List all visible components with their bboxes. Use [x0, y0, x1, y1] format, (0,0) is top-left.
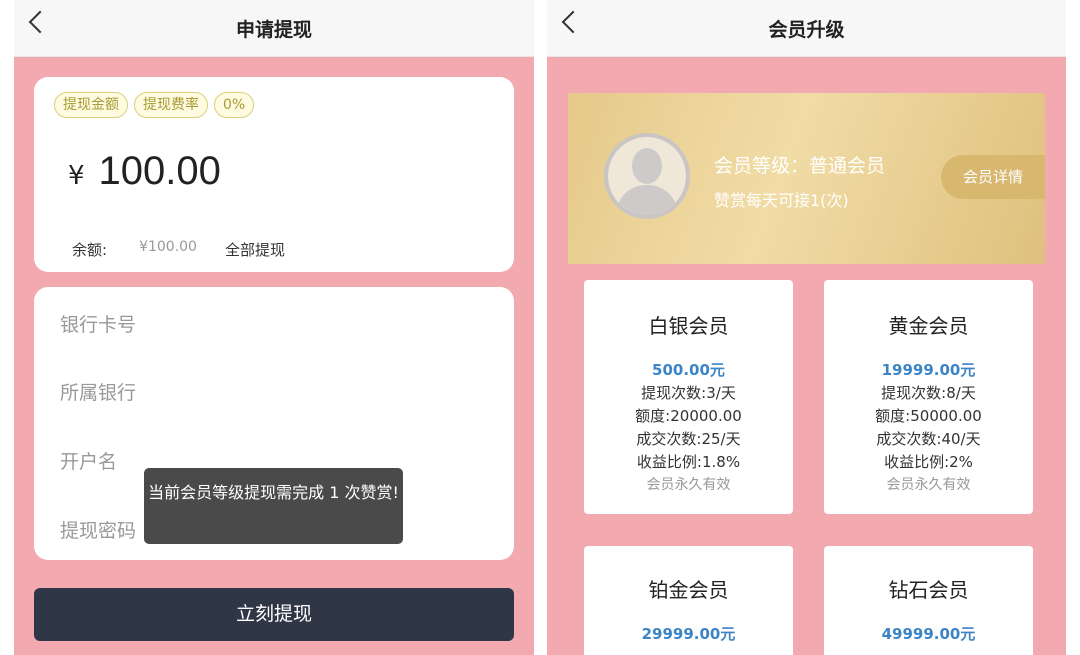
withdraw-topbar: 申请提现 [14, 0, 534, 57]
bank-card-number-input[interactable]: 银行卡号 [60, 310, 136, 337]
tier-deal-times: 成交次数:40/天 [876, 430, 981, 448]
balance-value: ¥100.00 [139, 239, 197, 255]
upgrade-screen: 会员升级 会员等级：普通会员 赞赏每天可接1(次) 会员详情 白银会员 500.… [547, 0, 1066, 655]
withdraw-all-link[interactable]: 全部提现 [225, 239, 285, 260]
account-holder-input[interactable]: 开户名 [60, 447, 117, 474]
member-banner: 会员等级：普通会员 赞赏每天可接1(次) 会员详情 [568, 93, 1045, 264]
toast-message: 当前会员等级提现需完成 1 次赞赏! [144, 468, 403, 544]
tag-fee-rate: 0% [214, 92, 255, 118]
tier-price: 19999.00元 [881, 361, 976, 379]
daily-quota: 赞赏每天可接1(次) [714, 191, 849, 210]
balance-label: 余额: [72, 241, 108, 259]
tier-ratio: 收益比例:1.8% [636, 453, 741, 471]
upgrade-topbar: 会员升级 [547, 0, 1066, 57]
tier-card-diamond[interactable]: 钻石会员 49999.00元 [824, 546, 1033, 655]
tier-card-silver[interactable]: 白银会员 500.00元 提现次数:3/天 额度:20000.00 成交次数:2… [584, 280, 793, 514]
bank-name-input[interactable]: 所属银行 [60, 378, 136, 405]
tier-limit: 额度:50000.00 [875, 407, 982, 425]
tier-name: 铂金会员 [648, 578, 729, 602]
tier-deal-times: 成交次数:25/天 [636, 430, 741, 448]
tier-ratio: 收益比例:2% [884, 453, 973, 471]
tag-withdraw-fee: 提现费率 [134, 92, 208, 118]
avatar-icon [604, 133, 690, 219]
withdraw-screen: 申请提现 提现金额 提现费率 0% ¥ 100.00 余额: ¥100.00 全… [14, 0, 534, 655]
tier-name: 白银会员 [648, 314, 729, 338]
amount-input[interactable]: ¥ 100.00 [68, 149, 221, 194]
member-detail-button[interactable]: 会员详情 [941, 155, 1045, 199]
member-level: 会员等级：普通会员 [714, 155, 886, 177]
tier-card-gold[interactable]: 黄金会员 19999.00元 提现次数:8/天 额度:50000.00 成交次数… [824, 280, 1033, 514]
tier-price: 500.00元 [652, 361, 725, 379]
tier-validity: 会员永久有效 [646, 477, 731, 493]
tag-row: 提现金额 提现费率 0% [54, 92, 255, 118]
submit-withdraw-button[interactable]: 立刻提现 [34, 588, 514, 641]
tag-withdraw-amount: 提现金额 [54, 92, 128, 118]
amount-value: 100.00 [98, 149, 221, 193]
page-title: 申请提现 [235, 19, 312, 41]
tier-price: 49999.00元 [881, 625, 976, 643]
tier-limit: 额度:20000.00 [635, 407, 742, 425]
tier-validity: 会员永久有效 [886, 477, 971, 493]
tier-name: 黄金会员 [888, 314, 969, 338]
balance-row: 余额: ¥100.00 全部提现 [72, 239, 285, 260]
tier-withdraw-times: 提现次数:3/天 [641, 384, 736, 402]
amount-card: 提现金额 提现费率 0% ¥ 100.00 余额: ¥100.00 全部提现 [34, 77, 514, 272]
withdraw-password-input[interactable]: 提现密码 [60, 516, 136, 543]
tier-price: 29999.00元 [641, 625, 736, 643]
currency-symbol: ¥ [68, 161, 85, 191]
page-title: 会员升级 [768, 19, 845, 41]
tier-card-platinum[interactable]: 铂金会员 29999.00元 [584, 546, 793, 655]
tier-withdraw-times: 提现次数:8/天 [881, 384, 976, 402]
tier-name: 钻石会员 [888, 578, 969, 602]
